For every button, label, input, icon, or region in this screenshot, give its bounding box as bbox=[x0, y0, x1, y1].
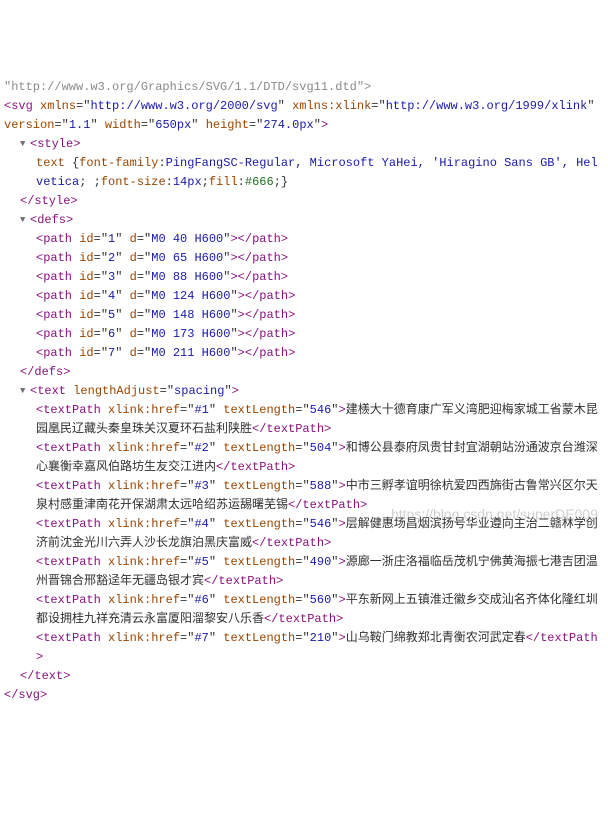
textpath-element[interactable]: <textPath xlink:href="#6" textLength="56… bbox=[4, 591, 604, 629]
path-def[interactable]: <path id="3" d="M0 88 H600"></path> bbox=[4, 268, 604, 287]
style-close: </style> bbox=[4, 192, 604, 211]
textpath-element[interactable]: <textPath xlink:href="#3" textLength="58… bbox=[4, 477, 604, 515]
text-close: </text> bbox=[4, 667, 604, 686]
path-def[interactable]: <path id="6" d="M0 173 H600"></path> bbox=[4, 325, 604, 344]
textpath-element[interactable]: <textPath xlink:href="#7" textLength="21… bbox=[4, 629, 604, 667]
fold-toggle-icon[interactable]: ▼ bbox=[20, 382, 30, 401]
dtd-line: "http://www.w3.org/Graphics/SVG/1.1/DTD/… bbox=[4, 78, 604, 97]
fold-toggle-icon[interactable]: ▼ bbox=[20, 211, 30, 230]
textpath-element[interactable]: <textPath xlink:href="#5" textLength="49… bbox=[4, 553, 604, 591]
textpath-element[interactable]: <textPath xlink:href="#4" textLength="54… bbox=[4, 515, 604, 553]
textpath-element[interactable]: <textPath xlink:href="#1" textLength="54… bbox=[4, 401, 604, 439]
fold-toggle-icon[interactable]: ▼ bbox=[20, 135, 30, 154]
path-def[interactable]: <path id="2" d="M0 65 H600"></path> bbox=[4, 249, 604, 268]
defs-open[interactable]: ▼<defs> bbox=[4, 211, 604, 230]
path-def[interactable]: <path id="1" d="M0 40 H600"></path> bbox=[4, 230, 604, 249]
textpath-element[interactable]: <textPath xlink:href="#2" textLength="50… bbox=[4, 439, 604, 477]
path-def[interactable]: <path id="7" d="M0 211 H600"></path> bbox=[4, 344, 604, 363]
svg-open-tag[interactable]: <svg xmlns="http://www.w3.org/2000/svg" … bbox=[4, 97, 604, 135]
path-def[interactable]: <path id="4" d="M0 124 H600"></path> bbox=[4, 287, 604, 306]
svg-close: </svg> bbox=[4, 686, 604, 705]
css-rule[interactable]: text {font-family:PingFangSC-Regular, Mi… bbox=[4, 154, 604, 192]
path-def[interactable]: <path id="5" d="M0 148 H600"></path> bbox=[4, 306, 604, 325]
text-open[interactable]: ▼<text lengthAdjust="spacing"> bbox=[4, 382, 604, 401]
style-open[interactable]: ▼<style> bbox=[4, 135, 604, 154]
defs-close: </defs> bbox=[4, 363, 604, 382]
